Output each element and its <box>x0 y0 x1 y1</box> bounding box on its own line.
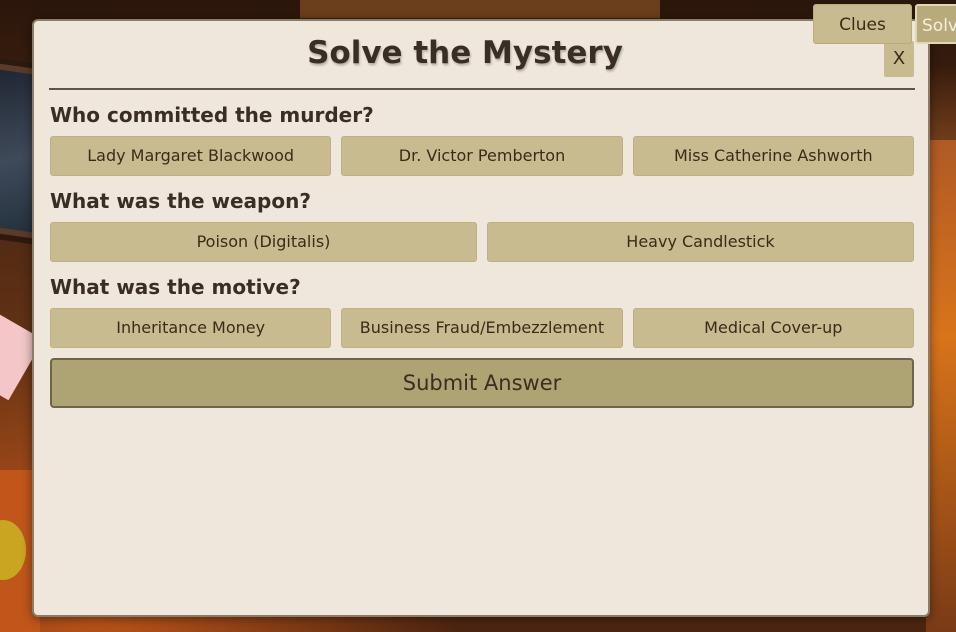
solve-mystery-dialog: Solve the Mystery X Who committed the mu… <box>32 19 930 617</box>
right-wall-panel <box>926 140 956 632</box>
motive-question: What was the motive? <box>50 275 301 299</box>
weapon-question: What was the weapon? <box>50 189 311 213</box>
murderer-options: Lady Margaret Blackwood Dr. Victor Pembe… <box>50 136 914 176</box>
close-button[interactable]: X <box>884 41 914 77</box>
motive-options: Inheritance Money Business Fraud/Embezzl… <box>50 308 914 348</box>
murderer-question: Who committed the murder? <box>50 103 374 127</box>
submit-answer-button[interactable]: Submit Answer <box>50 358 914 408</box>
ceiling-beam <box>300 0 660 20</box>
suspect-option-button[interactable]: Dr. Victor Pemberton <box>341 136 623 176</box>
weapon-option-button[interactable]: Heavy Candlestick <box>487 222 914 262</box>
motive-option-button[interactable]: Inheritance Money <box>50 308 332 348</box>
motive-option-button[interactable]: Business Fraud/Embezzlement <box>341 308 623 348</box>
clues-tab-button[interactable]: Clues <box>813 4 912 44</box>
dialog-title: Solve the Mystery <box>307 35 623 71</box>
title-divider <box>49 88 915 90</box>
suspect-option-button[interactable]: Miss Catherine Ashworth <box>632 136 914 176</box>
solve-tab-button[interactable]: Solve <box>915 4 956 44</box>
weapon-options: Poison (Digitalis) Heavy Candlestick <box>50 222 914 262</box>
weapon-option-button[interactable]: Poison (Digitalis) <box>50 222 477 262</box>
suspect-option-button[interactable]: Lady Margaret Blackwood <box>50 136 332 176</box>
motive-option-button[interactable]: Medical Cover-up <box>632 308 914 348</box>
